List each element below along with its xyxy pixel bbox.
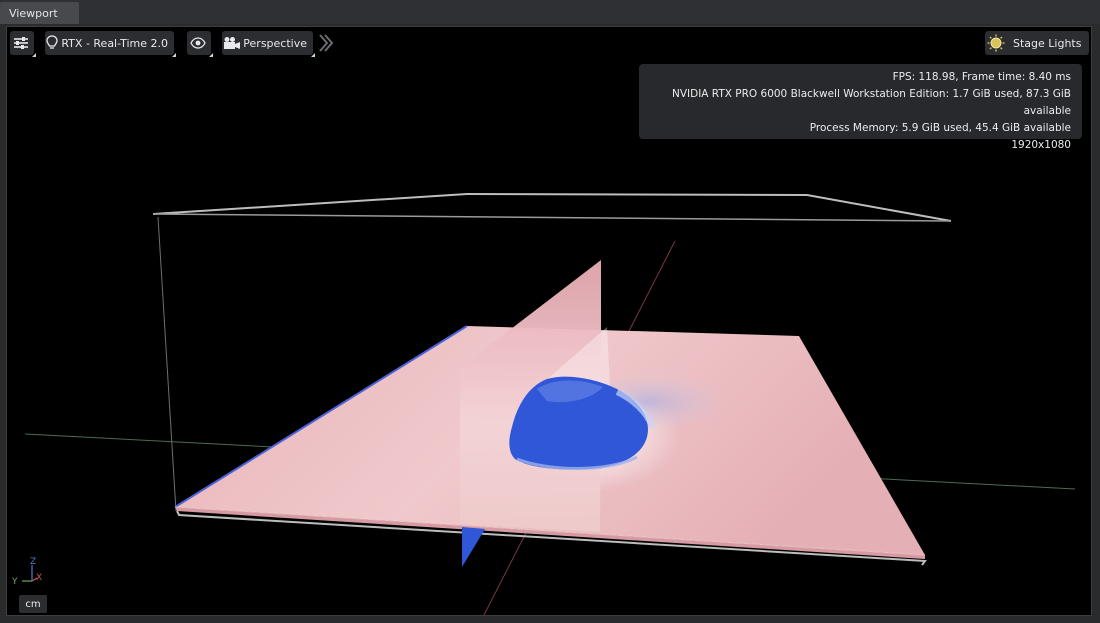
camera-icon: [222, 32, 241, 54]
tab-viewport[interactable]: Viewport: [0, 2, 79, 24]
fps-readout: FPS: 118.98, Frame time: 8.40 ms: [892, 71, 1071, 83]
settings-button[interactable]: [10, 31, 36, 57]
axis-gizmo: Z Y X: [10, 557, 50, 587]
camera-label: Perspective: [243, 36, 307, 50]
gpu-readout: NVIDIA RTX PRO 6000 Blackwell Workstatio…: [671, 88, 1071, 117]
tab-bar: Viewport: [0, 0, 1100, 24]
stats-overlay: FPS: 118.98, Frame time: 8.40 ms NVIDIA …: [639, 64, 1082, 151]
sun-icon: [985, 32, 1007, 54]
resolution-readout: 1920x1080: [1011, 139, 1071, 151]
axis-x-label: X: [36, 573, 42, 583]
units-badge[interactable]: cm: [19, 595, 47, 613]
camera-dropdown[interactable]: Perspective: [222, 31, 315, 57]
renderer-dropdown[interactable]: RTX - Real-Time 2.0: [45, 31, 176, 57]
eye-icon: [187, 32, 209, 54]
stage-lights-label: Stage Lights: [1013, 36, 1082, 50]
vertical-plane-lower: [462, 527, 485, 567]
lightbulb-icon: [45, 32, 59, 54]
renderer-label: RTX - Real-Time 2.0: [61, 36, 168, 50]
chevron-right-icon[interactable]: [317, 33, 334, 53]
memory-readout: Process Memory: 5.9 GiB used, 45.4 GiB a…: [809, 122, 1071, 134]
sliders-icon: [10, 32, 32, 54]
viewport[interactable]: RTX - Real-Time 2.0 Perspective Stage Li…: [6, 26, 1092, 616]
stage-lights-button[interactable]: Stage Lights: [985, 31, 1089, 55]
visibility-button[interactable]: [187, 31, 213, 57]
axis-y-label: Y: [11, 577, 18, 587]
axis-z-label: Z: [30, 557, 36, 567]
